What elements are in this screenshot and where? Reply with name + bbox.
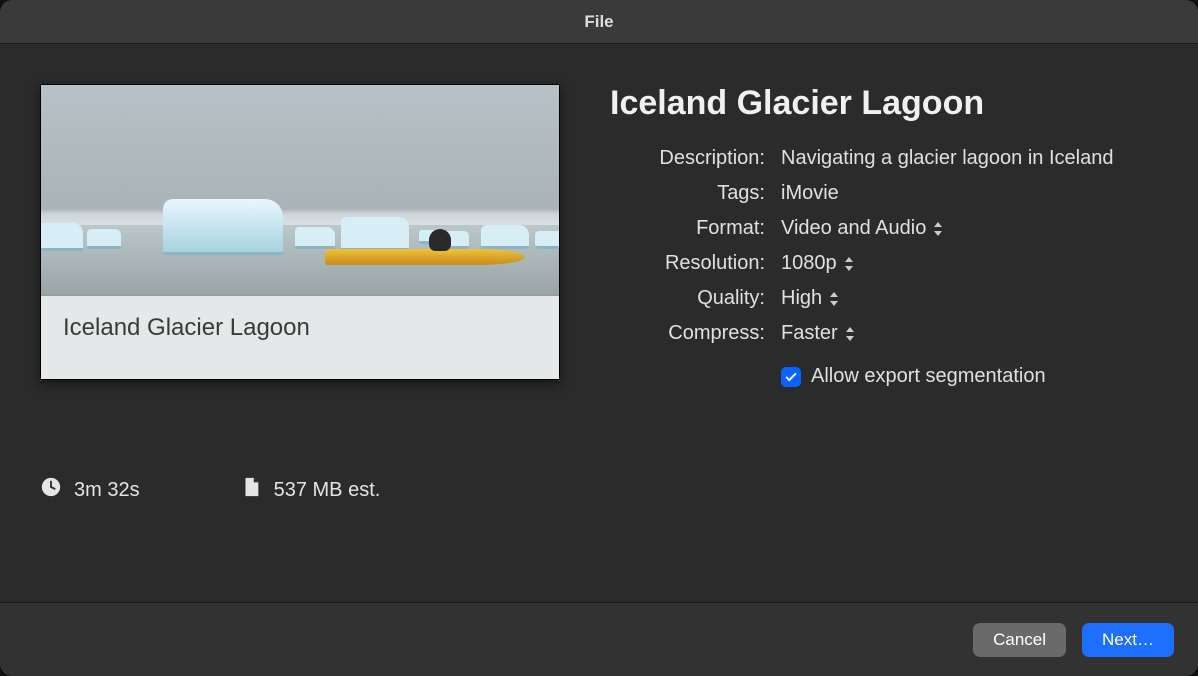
description-label: Description: (610, 147, 765, 170)
filesize-stat: 537 MB est. (240, 476, 381, 504)
filesize-value: 537 MB est. (274, 479, 381, 502)
updown-icon (843, 256, 855, 272)
format-label: Format: (610, 217, 765, 240)
settings-form: Description: Tags: Format: Video and Aud… (610, 147, 1158, 388)
quality-value: High (781, 287, 822, 310)
updown-icon (932, 221, 944, 237)
compress-label: Compress: (610, 322, 765, 345)
tags-label: Tags: (610, 182, 765, 205)
dialog-content: Iceland Glacier Lagoon 3m 32s 537 MB est… (0, 44, 1198, 602)
updown-icon (844, 326, 856, 342)
next-button[interactable]: Next… (1082, 623, 1174, 657)
segmentation-checkbox[interactable] (781, 367, 801, 387)
file-icon (240, 476, 262, 504)
settings-pane: Iceland Glacier Lagoon Description: Tags… (610, 84, 1158, 592)
tags-field[interactable] (781, 182, 1158, 205)
preview-thumbnail: Iceland Glacier Lagoon (40, 84, 560, 380)
resolution-label: Resolution: (610, 252, 765, 275)
export-title: Iceland Glacier Lagoon (610, 84, 1158, 123)
duration-value: 3m 32s (74, 479, 140, 502)
updown-icon (828, 291, 840, 307)
export-dialog-window: File Iceland Glacier Lagoon (0, 0, 1198, 676)
export-stats: 3m 32s 537 MB est. (40, 476, 560, 504)
dialog-footer: Cancel Next… (0, 602, 1198, 676)
resolution-value: 1080p (781, 252, 837, 275)
duration-stat: 3m 32s (40, 476, 140, 504)
preview-pane: Iceland Glacier Lagoon 3m 32s 537 MB est… (40, 84, 560, 592)
clock-icon (40, 476, 62, 504)
thumbnail-title-overlay: Iceland Glacier Lagoon (41, 295, 559, 379)
title-bar: File (0, 0, 1198, 44)
window-title: File (584, 12, 613, 32)
quality-label: Quality: (610, 287, 765, 310)
compress-popup[interactable]: Faster (781, 322, 856, 345)
cancel-button[interactable]: Cancel (973, 623, 1066, 657)
format-popup[interactable]: Video and Audio (781, 217, 944, 240)
description-field[interactable] (781, 147, 1158, 170)
format-value: Video and Audio (781, 217, 926, 240)
resolution-popup[interactable]: 1080p (781, 252, 855, 275)
compress-value: Faster (781, 322, 838, 345)
quality-popup[interactable]: High (781, 287, 840, 310)
segmentation-label: Allow export segmentation (811, 365, 1046, 388)
